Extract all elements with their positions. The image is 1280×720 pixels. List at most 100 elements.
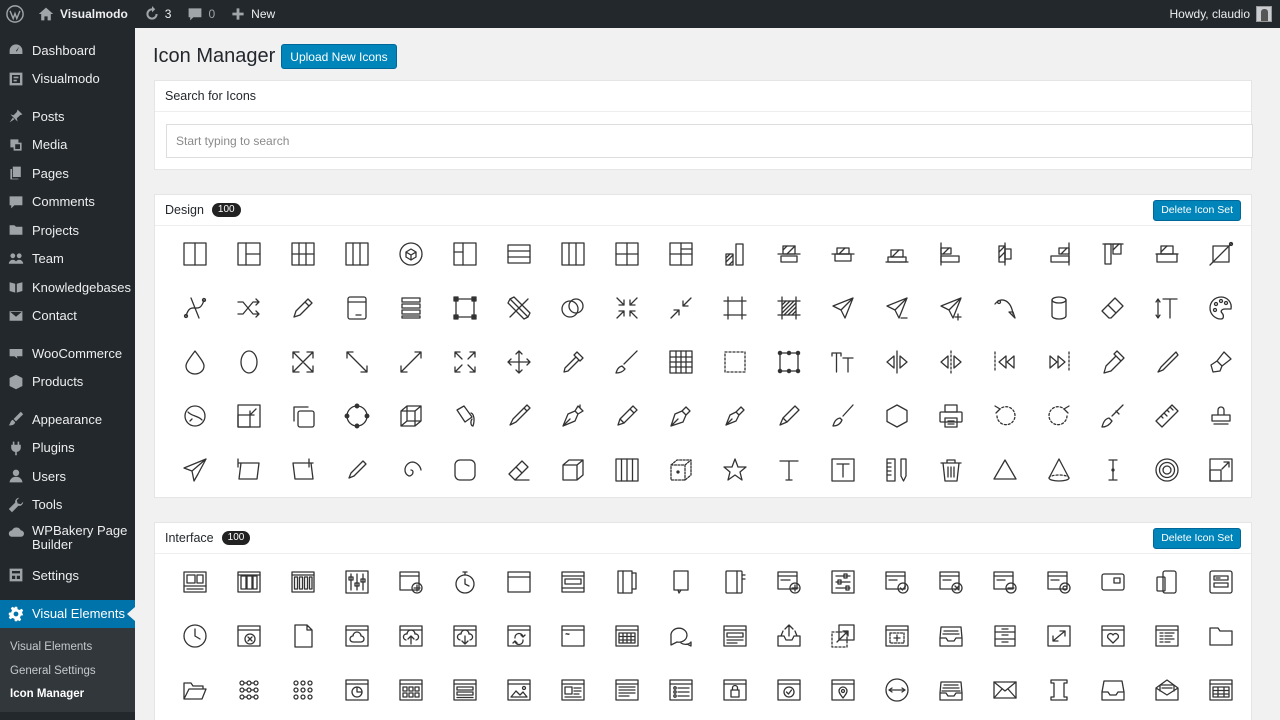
align-bot-icon[interactable] bbox=[870, 227, 924, 281]
pen-nib-icon[interactable] bbox=[546, 389, 600, 443]
win-download-icon[interactable] bbox=[438, 609, 492, 663]
text-box-icon[interactable] bbox=[816, 443, 870, 497]
win-add-icon[interactable] bbox=[384, 555, 438, 609]
win-grid-icon[interactable] bbox=[600, 609, 654, 663]
stamp-icon[interactable] bbox=[1194, 389, 1248, 443]
quad2-icon[interactable] bbox=[654, 227, 708, 281]
align-left-icon[interactable] bbox=[924, 227, 978, 281]
updates-link[interactable]: 3 bbox=[136, 0, 180, 28]
text-t-icon[interactable] bbox=[762, 443, 816, 497]
text-height-icon[interactable] bbox=[1140, 281, 1194, 335]
nodes-square-icon[interactable] bbox=[762, 335, 816, 389]
brush3-icon[interactable] bbox=[816, 389, 870, 443]
cylinder-icon[interactable] bbox=[1032, 281, 1086, 335]
eraser-icon[interactable] bbox=[1086, 281, 1140, 335]
wire-cube-icon[interactable] bbox=[384, 389, 438, 443]
flip-h-icon[interactable] bbox=[870, 335, 924, 389]
resize-icon[interactable] bbox=[1194, 443, 1248, 497]
inbox-empty-icon[interactable] bbox=[1086, 663, 1140, 717]
align-mid-icon[interactable] bbox=[816, 227, 870, 281]
win-code-icon[interactable] bbox=[1140, 609, 1194, 663]
sidebar-item-contact[interactable]: Contact bbox=[0, 302, 135, 331]
win-tiles-icon[interactable] bbox=[384, 663, 438, 717]
layout1-icon[interactable] bbox=[168, 227, 222, 281]
win-cols-icon[interactable] bbox=[168, 555, 222, 609]
round-square-icon[interactable] bbox=[438, 443, 492, 497]
hexagon-icon[interactable] bbox=[870, 389, 924, 443]
pen-nib3-icon[interactable] bbox=[708, 389, 762, 443]
spiral-icon[interactable] bbox=[384, 443, 438, 497]
align-top-l-icon[interactable] bbox=[1086, 227, 1140, 281]
align-stack-icon[interactable] bbox=[1140, 227, 1194, 281]
sidebar-item-visualmodo[interactable]: Visualmodo bbox=[0, 65, 135, 94]
chat-icon[interactable] bbox=[654, 609, 708, 663]
shuffle-icon[interactable] bbox=[222, 281, 276, 335]
skip-fwd-icon[interactable] bbox=[1032, 335, 1086, 389]
dashed-cube-icon[interactable] bbox=[654, 443, 708, 497]
win-check-icon[interactable] bbox=[870, 555, 924, 609]
bucket-icon[interactable] bbox=[438, 389, 492, 443]
sidebar-item-tools[interactable]: Tools bbox=[0, 491, 135, 520]
folder-icon[interactable] bbox=[1194, 609, 1248, 663]
upload-new-icons-button[interactable]: Upload New Icons bbox=[281, 44, 397, 69]
sidebar-item-knowledgebases[interactable]: Knowledgebases bbox=[0, 273, 135, 302]
card-icon[interactable] bbox=[1086, 555, 1140, 609]
sidebar-item-woocommerce[interactable]: WooCommerce bbox=[0, 339, 135, 368]
layout3-icon[interactable] bbox=[276, 227, 330, 281]
win-cloud-icon[interactable] bbox=[330, 609, 384, 663]
align-top-icon[interactable] bbox=[762, 227, 816, 281]
curve-cursor-icon[interactable] bbox=[978, 281, 1032, 335]
layers-icon[interactable] bbox=[384, 281, 438, 335]
win-split-icon[interactable] bbox=[546, 555, 600, 609]
submenu-icon-manager[interactable]: Icon Manager bbox=[0, 683, 135, 707]
tablet-icon[interactable] bbox=[654, 555, 708, 609]
win-x-icon[interactable] bbox=[924, 555, 978, 609]
win-text-icon[interactable] bbox=[600, 663, 654, 717]
clock-icon[interactable] bbox=[168, 609, 222, 663]
sidebar-item-pages[interactable]: Pages bbox=[0, 159, 135, 188]
move-icon[interactable] bbox=[492, 335, 546, 389]
send-plus-icon[interactable] bbox=[924, 281, 978, 335]
dropper2-icon[interactable] bbox=[1086, 335, 1140, 389]
cube-circle-icon[interactable] bbox=[384, 227, 438, 281]
sliders-icon[interactable] bbox=[330, 555, 384, 609]
win-heart-icon[interactable] bbox=[1086, 609, 1140, 663]
send-dash-icon[interactable] bbox=[870, 281, 924, 335]
expand-icon[interactable] bbox=[276, 335, 330, 389]
notebook-icon[interactable] bbox=[600, 555, 654, 609]
dots-grid-icon[interactable] bbox=[276, 663, 330, 717]
delete-icon-set-button[interactable]: Delete Icon Set bbox=[1153, 199, 1241, 221]
win-cols2-icon[interactable] bbox=[222, 555, 276, 609]
cols-dense-icon[interactable] bbox=[600, 443, 654, 497]
win-article-icon[interactable] bbox=[708, 609, 762, 663]
trash-icon[interactable] bbox=[924, 443, 978, 497]
sidebar-item-plugins[interactable]: Plugins bbox=[0, 434, 135, 463]
expand-dash-icon[interactable] bbox=[816, 609, 870, 663]
win-cols3-icon[interactable] bbox=[276, 555, 330, 609]
submenu-general-settings[interactable]: General Settings bbox=[0, 659, 135, 683]
sidebar-item-wpbakery[interactable]: WPBakery Page Builder bbox=[0, 519, 135, 561]
arrows-in2-icon[interactable] bbox=[654, 281, 708, 335]
sidebar-item-posts[interactable]: Posts bbox=[0, 102, 135, 131]
skip-back-icon[interactable] bbox=[978, 335, 1032, 389]
win-refresh-icon[interactable] bbox=[492, 609, 546, 663]
brush4-icon[interactable] bbox=[1086, 389, 1140, 443]
drop-icon[interactable] bbox=[168, 335, 222, 389]
pen-nib2-icon[interactable] bbox=[654, 389, 708, 443]
inbox-up-icon[interactable] bbox=[762, 609, 816, 663]
cone-icon[interactable] bbox=[1032, 443, 1086, 497]
cut-circle-icon[interactable] bbox=[168, 389, 222, 443]
stopwatch-icon[interactable] bbox=[438, 555, 492, 609]
hatch-square-icon[interactable] bbox=[762, 281, 816, 335]
redo-icon[interactable] bbox=[1032, 389, 1086, 443]
sidebar-item-projects[interactable]: Projects bbox=[0, 216, 135, 245]
win-plus-icon[interactable] bbox=[762, 555, 816, 609]
undo-icon[interactable] bbox=[978, 389, 1032, 443]
target-icon[interactable] bbox=[1140, 443, 1194, 497]
win-list-icon[interactable] bbox=[1194, 555, 1248, 609]
square-corners-icon[interactable] bbox=[708, 281, 762, 335]
pillar-icon[interactable] bbox=[1032, 663, 1086, 717]
devices-icon[interactable] bbox=[1140, 555, 1194, 609]
brush-wide-icon[interactable] bbox=[1194, 335, 1248, 389]
copy-icon[interactable] bbox=[276, 389, 330, 443]
